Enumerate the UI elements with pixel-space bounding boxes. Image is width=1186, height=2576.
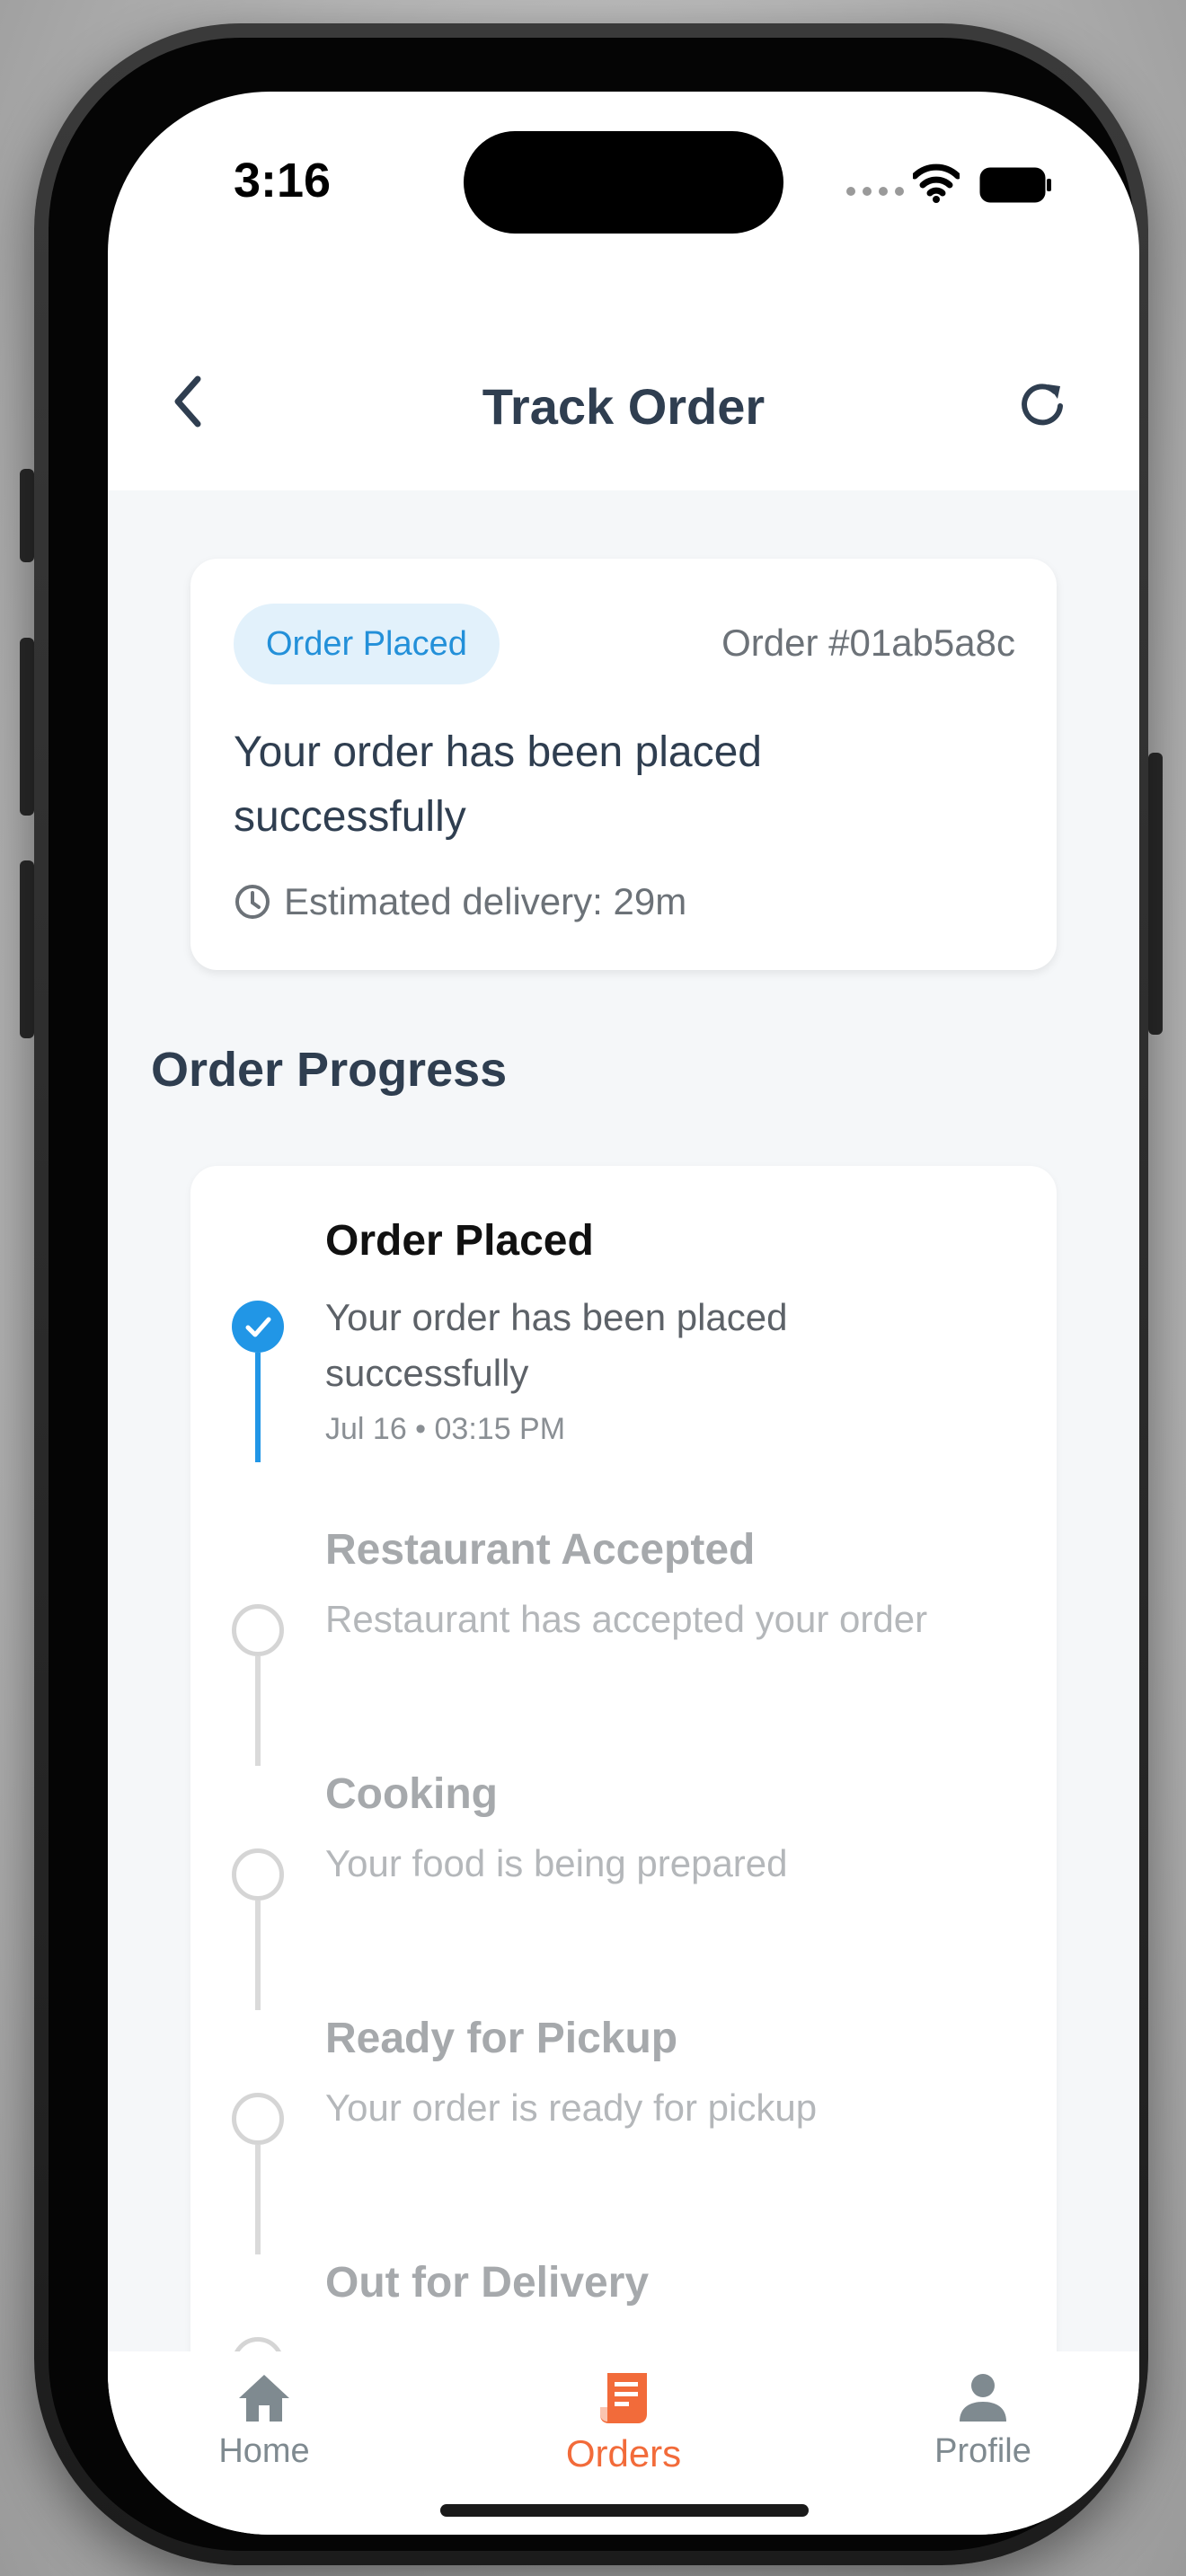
order-status-card: Order Placed Order #01ab5a8c Your order … [190, 559, 1057, 970]
home-icon [239, 2375, 289, 2422]
step-connector [255, 2145, 261, 2254]
step-title: Out for Delivery [325, 2259, 650, 2307]
app-screen: 3:16 Track Order Order Placed Order #01a… [108, 92, 1139, 2535]
refresh-button[interactable] [1017, 379, 1069, 431]
phone-frame: 3:16 Track Order Order Placed Order #01a… [34, 23, 1148, 2565]
step-pending-icon [232, 1848, 284, 1901]
nav-label-orders: Orders [565, 2432, 682, 2475]
step-description: Your food is being prepared [325, 1842, 788, 1884]
battery-icon [979, 167, 1051, 203]
nav-label-profile: Profile [934, 2432, 1031, 2470]
step-description: Your order is ready for pickup [325, 2086, 818, 2129]
order-number: Order #01ab5a8c [721, 622, 1015, 664]
person-icon [960, 2374, 1006, 2422]
estimated-delivery: Estimated delivery: 29m [234, 880, 686, 923]
app-bar: Track Order [108, 280, 1139, 490]
step-complete-icon [232, 1301, 284, 1353]
step-pending-icon [232, 1604, 284, 1656]
status-message: Your order has been placed successfully [234, 728, 762, 841]
step-title: Restaurant Accepted [325, 1526, 756, 1574]
step-connector [255, 1656, 261, 1766]
step-title: Order Placed [325, 1217, 594, 1265]
scroll-content[interactable]: Order Placed Order #01ab5a8c Your order … [108, 490, 1139, 2351]
receipt-icon [600, 2373, 647, 2423]
page-title: Track Order [482, 378, 766, 435]
step-connector [255, 1901, 261, 2010]
status-bar-time: 3:16 [234, 154, 332, 207]
step-description: Your order has been placed successfully [325, 1296, 788, 1394]
estimated-delivery-text: Estimated delivery: 29m [284, 880, 687, 922]
volume-down-button [20, 860, 34, 1038]
step-title: Ready for Pickup [325, 2015, 678, 2062]
dynamic-island [464, 131, 783, 234]
cellular-signal-icon [846, 187, 904, 196]
wifi-icon [913, 163, 960, 203]
volume-up-button [20, 638, 34, 816]
section-title: Order Progress [151, 1043, 508, 1097]
step-connector [255, 1353, 261, 1462]
nav-label-home: Home [218, 2432, 310, 2470]
status-badge: Order Placed [234, 604, 500, 684]
action-button [20, 469, 34, 562]
step-description: Restaurant has accepted your order [325, 1598, 928, 1640]
checkmark-icon [245, 1317, 271, 1337]
nav-item-home[interactable]: Home [156, 2369, 372, 2471]
step-title: Cooking [325, 1770, 498, 1818]
home-indicator[interactable] [440, 2504, 809, 2517]
order-progress-timeline: Order Placed Your order has been placed … [190, 1166, 1057, 2351]
clock-icon [235, 885, 270, 919]
step-pending-icon [232, 2093, 284, 2145]
power-button [1148, 753, 1163, 1035]
nav-item-profile[interactable]: Profile [875, 2369, 1091, 2471]
step-timestamp: Jul 16 • 03:15 PM [325, 1412, 566, 1446]
nav-item-orders[interactable]: Orders [516, 2369, 731, 2475]
step-pending-icon [232, 2337, 284, 2351]
